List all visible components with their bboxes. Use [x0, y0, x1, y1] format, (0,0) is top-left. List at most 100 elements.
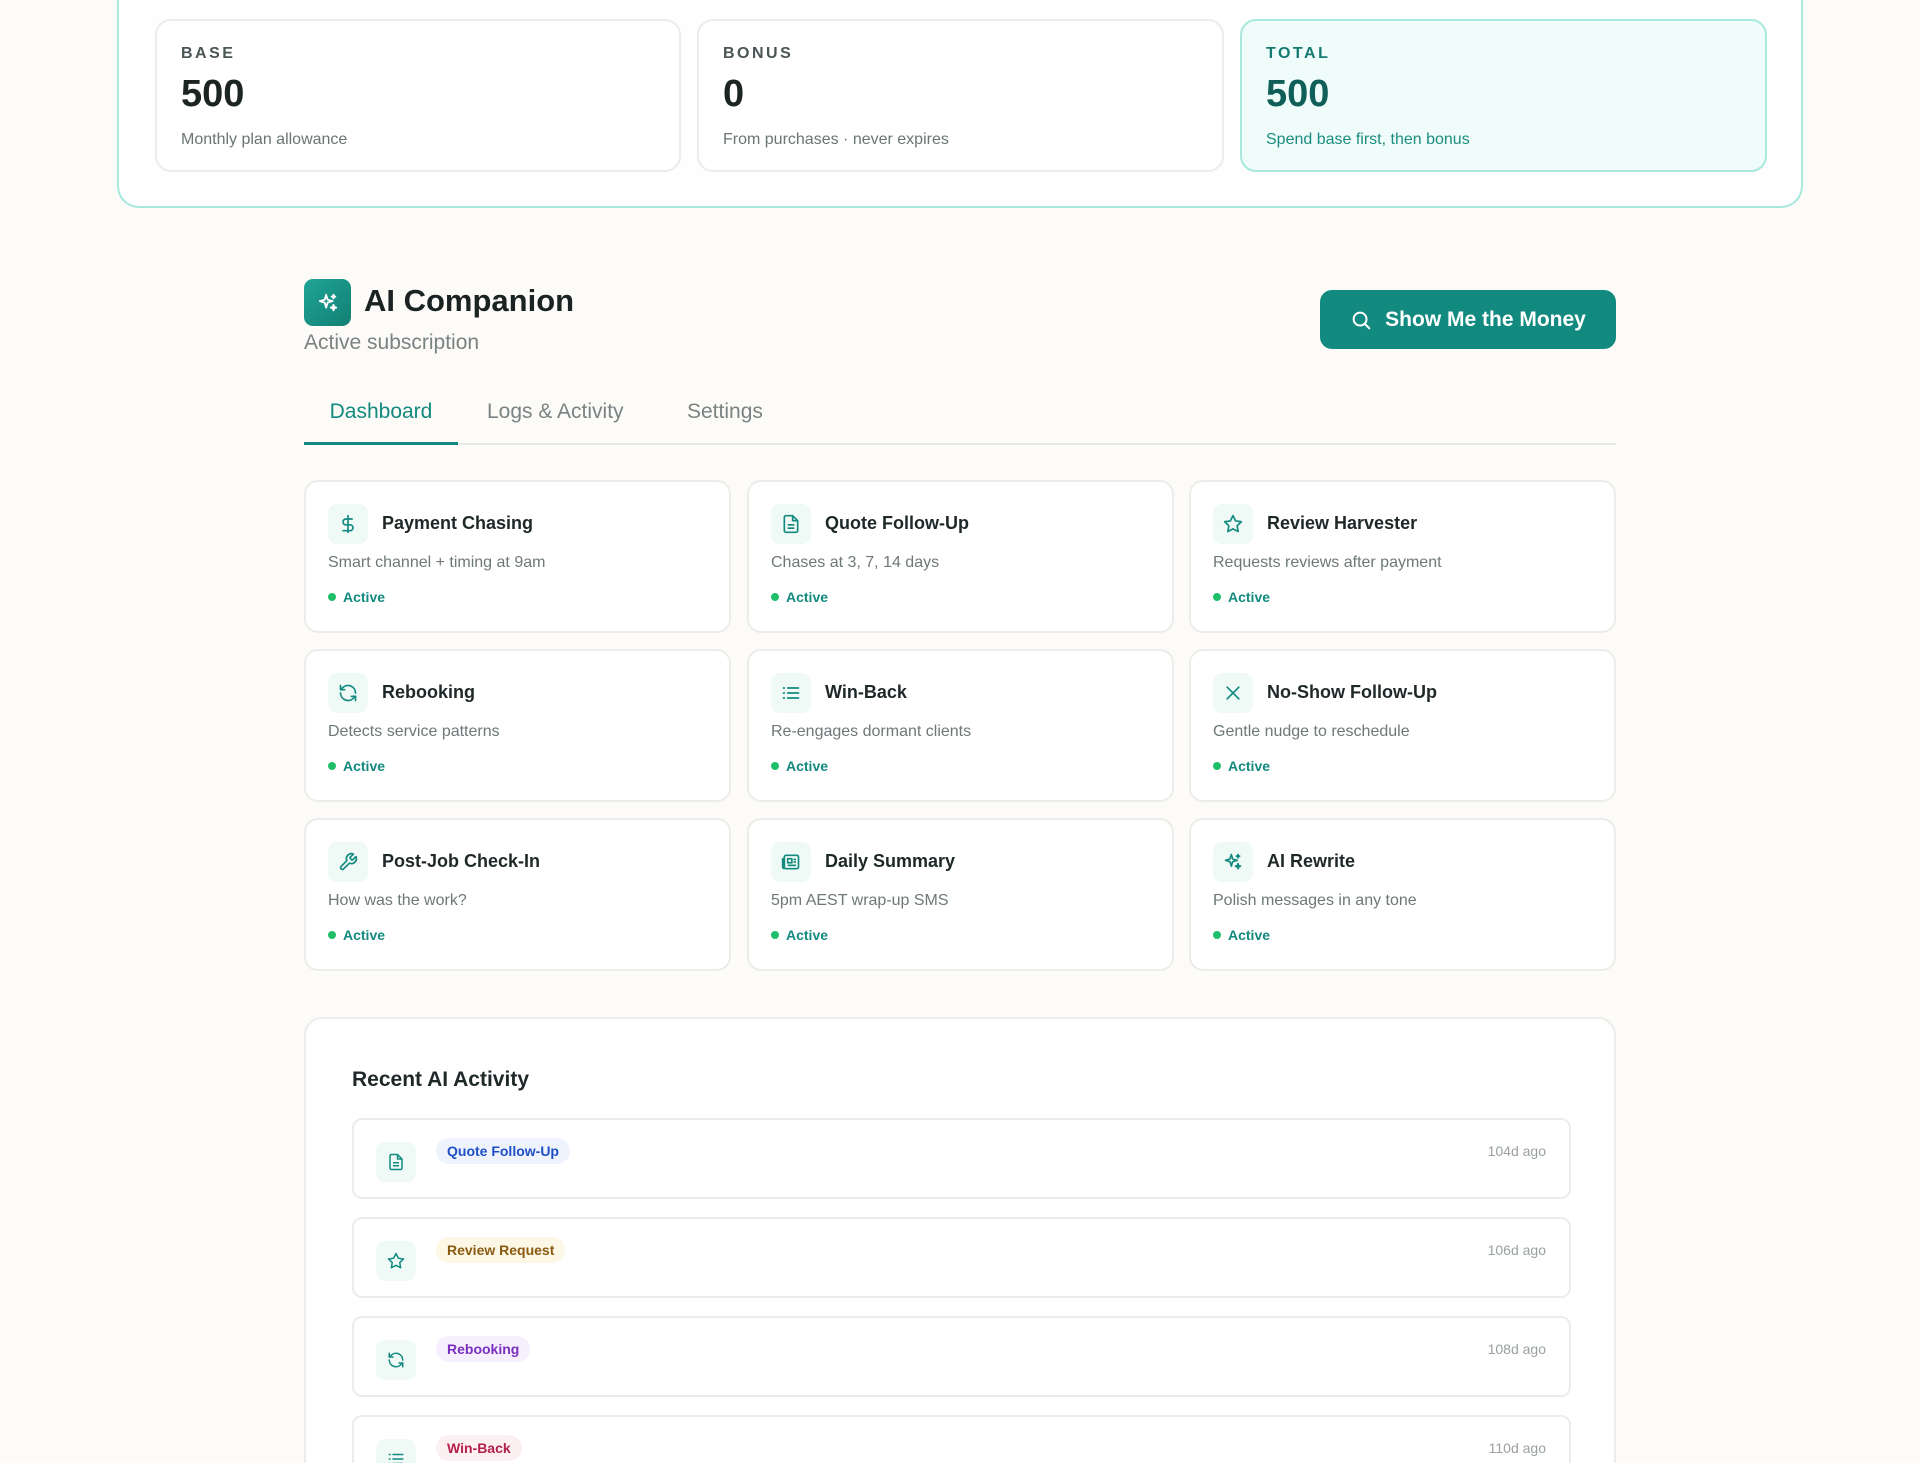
status-label: Active	[1228, 758, 1271, 774]
feature-title: Quote Follow-Up	[825, 513, 969, 533]
status-dot	[771, 593, 779, 601]
status-badge: Active	[328, 589, 385, 605]
status-badge: Active	[1213, 589, 1270, 605]
status-badge: Active	[1213, 927, 1270, 943]
feature-desc: Requests reviews after payment	[1213, 554, 1442, 571]
sparkles-icon	[1213, 842, 1253, 882]
page-subtitle: Active subscription	[304, 331, 480, 354]
credit-sub: Spend base first, then bonus	[1266, 131, 1470, 148]
credit-value: 500	[1266, 73, 1330, 115]
credit-card-total: TOTAL 500 Spend base first, then bonus	[1240, 19, 1767, 172]
activity-time: 106d ago	[1487, 1242, 1546, 1258]
tab-dashboard[interactable]: Dashboard	[304, 386, 458, 445]
feature-title: Rebooking	[382, 682, 475, 702]
activity-time: 104d ago	[1487, 1143, 1546, 1159]
activity-badge: Quote Follow-Up	[436, 1138, 570, 1164]
star-icon	[376, 1241, 416, 1281]
status-label: Active	[786, 927, 829, 943]
credits-panel: BASE 500 Monthly plan allowance BONUS 0 …	[117, 0, 1803, 208]
wrench-icon	[328, 842, 368, 882]
app-header: AI Companion Active subscription Show Me…	[304, 279, 1616, 359]
status-badge: Active	[328, 758, 385, 774]
credit-sub: Monthly plan allowance	[181, 131, 348, 148]
activity-row[interactable]: Rebooking 108d ago	[352, 1316, 1571, 1397]
feature-card-daily-summary[interactable]: Daily Summary 5pm AEST wrap-up SMS Activ…	[747, 818, 1174, 971]
feature-card-review-harvester[interactable]: Review Harvester Requests reviews after …	[1189, 480, 1616, 633]
credit-label: BASE	[181, 45, 236, 62]
search-icon	[1350, 309, 1372, 331]
feature-card-ai-rewrite[interactable]: AI Rewrite Polish messages in any tone A…	[1189, 818, 1616, 971]
page-title: AI Companion	[364, 283, 575, 318]
status-dot	[771, 762, 779, 770]
credit-value: 0	[723, 73, 745, 115]
button-label: Show Me the Money	[1385, 307, 1586, 331]
feature-desc: Smart channel + timing at 9am	[328, 554, 546, 571]
refresh-icon	[328, 673, 368, 713]
activity-badge: Win-Back	[436, 1435, 522, 1461]
credit-value: 500	[181, 73, 245, 115]
feature-title: No-Show Follow-Up	[1267, 682, 1437, 702]
sparkles-icon	[304, 279, 351, 326]
feature-title: Daily Summary	[825, 851, 956, 871]
status-label: Active	[1228, 589, 1271, 605]
activity-time: 110d ago	[1488, 1440, 1546, 1456]
status-dot	[328, 762, 336, 770]
activity-row[interactable]: Review Request 106d ago	[352, 1217, 1571, 1298]
activity-row[interactable]: Quote Follow-Up 104d ago	[352, 1118, 1571, 1199]
list-icon	[376, 1439, 416, 1463]
status-dot	[1213, 762, 1221, 770]
status-label: Active	[786, 758, 829, 774]
status-label: Active	[343, 758, 386, 774]
credit-label: BONUS	[723, 45, 794, 62]
status-badge: Active	[771, 927, 828, 943]
feature-card-no-show-follow-up[interactable]: No-Show Follow-Up Gentle nudge to resche…	[1189, 649, 1616, 802]
x-icon	[1213, 673, 1253, 713]
status-dot	[328, 593, 336, 601]
credit-label: TOTAL	[1266, 45, 1331, 62]
feature-desc: Gentle nudge to reschedule	[1213, 723, 1410, 740]
feature-desc: Chases at 3, 7, 14 days	[771, 554, 940, 571]
document-icon	[771, 504, 811, 544]
recent-activity-panel: Recent AI Activity Quote Follow-Up 104d …	[304, 1017, 1616, 1463]
feature-card-win-back[interactable]: Win-Back Re-engages dormant clients Acti…	[747, 649, 1174, 802]
newspaper-icon	[771, 842, 811, 882]
status-dot	[771, 931, 779, 939]
status-label: Active	[343, 927, 386, 943]
status-label: Active	[343, 589, 386, 605]
activity-badge: Review Request	[436, 1237, 566, 1263]
dollar-icon	[328, 504, 368, 544]
status-badge: Active	[328, 927, 385, 943]
status-label: Active	[786, 589, 829, 605]
credit-card-base: BASE 500 Monthly plan allowance	[155, 19, 681, 172]
tab-settings[interactable]: Settings	[687, 386, 763, 445]
feature-card-quote-follow-up[interactable]: Quote Follow-Up Chases at 3, 7, 14 days …	[747, 480, 1174, 633]
feature-desc: How was the work?	[328, 892, 467, 909]
status-dot	[328, 931, 336, 939]
status-badge: Active	[1213, 758, 1270, 774]
activity-time: 108d ago	[1487, 1341, 1546, 1357]
feature-card-rebooking[interactable]: Rebooking Detects service patterns Activ…	[304, 649, 731, 802]
feature-title: Payment Chasing	[382, 513, 534, 533]
credit-sub: From purchases · never expires	[723, 131, 949, 148]
status-badge: Active	[771, 758, 828, 774]
feature-card-payment-chasing[interactable]: Payment Chasing Smart channel + timing a…	[304, 480, 731, 633]
tab-logs-activity[interactable]: Logs & Activity	[487, 386, 624, 445]
feature-title: Review Harvester	[1267, 513, 1418, 533]
show-me-the-money-button[interactable]: Show Me the Money	[1320, 290, 1616, 349]
credit-card-bonus: BONUS 0 From purchases · never expires	[697, 19, 1224, 172]
refresh-icon	[376, 1340, 416, 1380]
activity-row[interactable]: Win-Back 110d ago	[352, 1415, 1571, 1463]
feature-card-post-job-check-in[interactable]: Post-Job Check-In How was the work? Acti…	[304, 818, 731, 971]
feature-desc: Polish messages in any tone	[1213, 892, 1417, 909]
status-dot	[1213, 593, 1221, 601]
status-label: Active	[1228, 927, 1271, 943]
status-badge: Active	[771, 589, 828, 605]
feature-title: AI Rewrite	[1267, 851, 1356, 871]
feature-title: Win-Back	[825, 682, 907, 702]
feature-desc: 5pm AEST wrap-up SMS	[771, 892, 949, 909]
feature-desc: Re-engages dormant clients	[771, 723, 972, 740]
activity-badge: Rebooking	[436, 1336, 531, 1362]
section-title: Recent AI Activity	[352, 1068, 529, 1091]
tab-bar: Dashboard Logs & Activity Settings	[304, 386, 1616, 445]
list-icon	[771, 673, 811, 713]
